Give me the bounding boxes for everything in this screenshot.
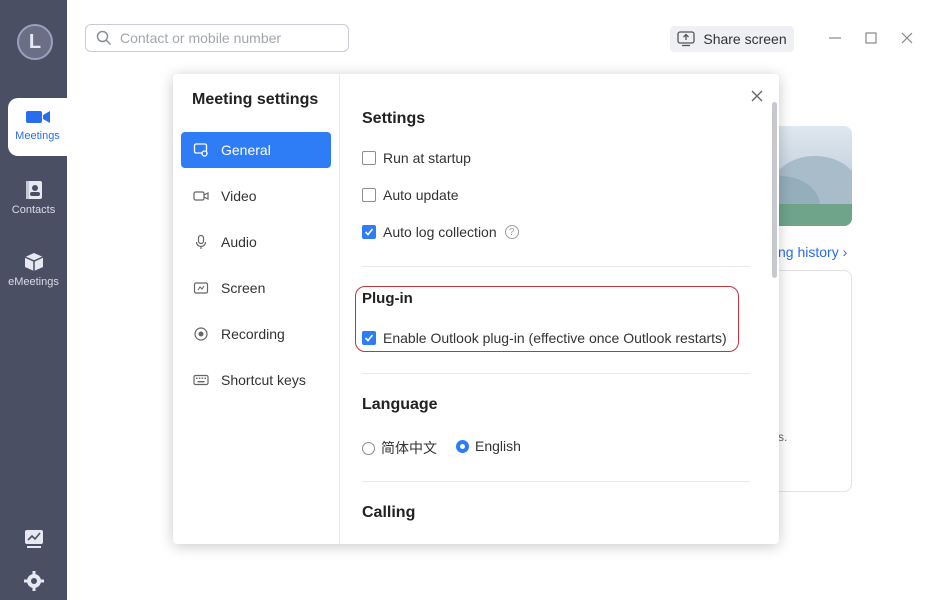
plugin-section-title: Plug-in: [362, 290, 413, 307]
option-language-english[interactable]: English: [456, 438, 521, 454]
settings-scrollbar[interactable]: [772, 102, 777, 278]
auto-log-collection-checkbox[interactable]: [362, 225, 376, 239]
search-input[interactable]: Contact or mobile number: [85, 24, 349, 52]
close-icon: [901, 32, 913, 44]
minimize-icon: [829, 37, 841, 39]
share-screen-label: Share screen: [703, 31, 787, 47]
screen-icon: [193, 280, 209, 296]
divider: [362, 481, 750, 482]
record-icon: [193, 326, 209, 342]
meeting-settings-dialog: Meeting settings General Video Audio Scr…: [173, 74, 779, 544]
calling-section-title: Calling: [362, 504, 416, 521]
option-enable-outlook-plugin[interactable]: Enable Outlook plug-in (effective once O…: [362, 330, 727, 346]
video-icon: [193, 188, 209, 204]
search-icon: [96, 30, 112, 46]
option-language-chinese[interactable]: 简体中文: [362, 438, 437, 458]
app-logo-avatar[interactable]: L: [17, 24, 53, 60]
share-screen-icon: [677, 31, 696, 47]
divider: [362, 266, 750, 267]
contacts-icon: [25, 181, 42, 199]
option-auto-update[interactable]: Auto update: [362, 187, 459, 203]
menu-item-video[interactable]: Video: [181, 178, 331, 214]
auto-update-checkbox[interactable]: [362, 188, 376, 202]
help-icon[interactable]: ?: [504, 225, 519, 239]
menu-item-shortcut-keys[interactable]: Shortcut keys: [181, 362, 331, 398]
menu-item-screen[interactable]: Screen: [181, 270, 331, 306]
keyboard-icon: [193, 372, 209, 388]
meeting-history-link[interactable]: ng history ›: [778, 244, 847, 260]
minimize-button[interactable]: [825, 28, 845, 48]
menu-item-recording[interactable]: Recording: [181, 316, 331, 352]
settings-content: Settings Run at startup Auto update Auto…: [341, 74, 779, 544]
checkmark-icon: [364, 334, 374, 342]
language-section-title: Language: [362, 396, 438, 413]
search-placeholder: Contact or mobile number: [120, 30, 282, 46]
microphone-icon: [193, 234, 209, 250]
cube-icon: [24, 253, 43, 271]
background-card-text: s.: [778, 430, 788, 444]
sidebar-item-contacts[interactable]: Contacts: [0, 180, 67, 216]
settings-side-menu: Meeting settings General Video Audio Scr…: [173, 74, 340, 544]
left-rail: L Meetings Contacts eMeetings: [0, 0, 67, 600]
checkmark-icon: [364, 228, 374, 236]
sidebar-item-meetings[interactable]: Meetings: [8, 98, 67, 156]
video-camera-icon: [25, 111, 50, 123]
maximize-icon: [865, 32, 877, 44]
window-close-button[interactable]: [897, 28, 917, 48]
gear-icon[interactable]: [23, 570, 45, 592]
maximize-button[interactable]: [861, 28, 881, 48]
divider: [362, 373, 750, 374]
chinese-radio[interactable]: [362, 441, 375, 455]
dialog-title: Meeting settings: [192, 91, 319, 108]
menu-item-audio[interactable]: Audio: [181, 224, 331, 260]
run-at-startup-checkbox[interactable]: [362, 151, 376, 165]
option-auto-log-collection[interactable]: Auto log collection ?: [362, 224, 519, 240]
outlook-plugin-checkbox[interactable]: [362, 331, 376, 345]
presentation-chart-icon[interactable]: [23, 528, 45, 550]
general-icon: [193, 142, 209, 158]
dialog-close-icon[interactable]: [749, 88, 765, 104]
option-run-at-startup[interactable]: Run at startup: [362, 150, 471, 166]
settings-section-title: Settings: [362, 110, 426, 127]
sidebar-item-emeetings[interactable]: eMeetings: [0, 252, 67, 288]
english-radio[interactable]: [456, 439, 469, 453]
share-screen-button[interactable]: Share screen: [670, 26, 794, 52]
menu-item-general[interactable]: General: [181, 132, 331, 168]
